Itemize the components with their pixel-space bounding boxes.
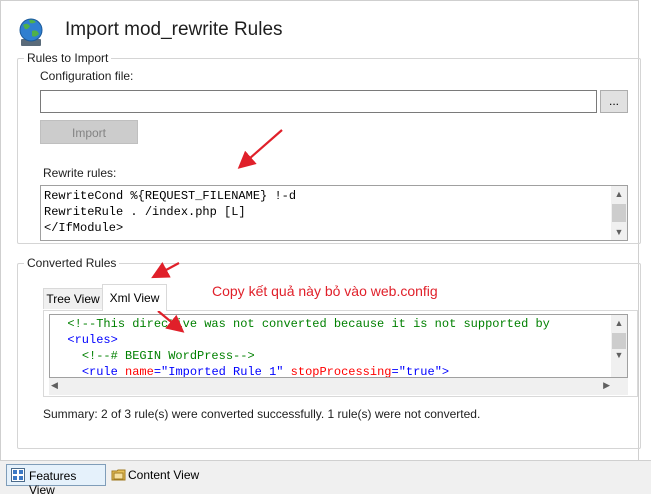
- converted-rules-legend: Converted Rules: [24, 256, 120, 270]
- rewrite-rules-label: Rewrite rules:: [43, 166, 117, 180]
- tab-xml-view[interactable]: Xml View: [102, 284, 167, 311]
- xml-token: [283, 365, 290, 377]
- content-view-icon: [111, 469, 126, 481]
- xml-token: "Imported Rule 1": [161, 365, 284, 378]
- xml-line: <rules>: [53, 333, 118, 347]
- browse-button[interactable]: ...: [600, 90, 628, 113]
- xml-token: name: [125, 365, 154, 378]
- scroll-up-icon[interactable]: ▲: [611, 186, 627, 202]
- view-switcher-bar: Features View Content View: [0, 460, 651, 497]
- scroll-left-icon[interactable]: ◀: [51, 380, 58, 391]
- config-file-input[interactable]: [40, 90, 597, 113]
- xml-token: <!--This directive was not converted bec…: [67, 317, 550, 331]
- rewrite-rules-scrollbar[interactable]: ▲ ▼: [611, 186, 627, 240]
- rewrite-line: RewriteCond %{REQUEST_FILENAME} !-d: [44, 189, 297, 203]
- rewrite-rules-textarea[interactable]: RewriteCond %{REQUEST_FILENAME} !-d Rewr…: [40, 185, 628, 241]
- conversion-summary: Summary: 2 of 3 rule(s) were converted s…: [43, 407, 481, 421]
- xml-token: stopProcessing: [290, 365, 392, 378]
- tab-tree-view-label: Tree View: [46, 292, 100, 306]
- xml-horizontal-scrollbar[interactable]: ◀ ▶: [49, 378, 628, 395]
- xml-token: >: [441, 365, 450, 378]
- features-view-icon: [11, 468, 25, 482]
- xml-line: <rule name="Imported Rule 1" stopProcess…: [53, 365, 450, 378]
- xml-token: <!--# BEGIN WordPress-->: [81, 349, 255, 363]
- xml-token: "true": [398, 365, 442, 378]
- annotation-note: Copy kết quả này bỏ vào web.config: [212, 283, 438, 299]
- xml-token: =: [153, 365, 162, 378]
- xml-line: <!--# BEGIN WordPress-->: [53, 349, 255, 363]
- xml-line: <!--This directive was not converted bec…: [53, 317, 550, 331]
- tab-tree-view[interactable]: Tree View: [43, 288, 103, 309]
- import-rules-panel: Import mod_rewrite Rules Rules to Import…: [0, 0, 641, 462]
- scroll-thumb[interactable]: [612, 204, 626, 222]
- rewrite-line: RewriteRule . /index.php [L]: [44, 205, 246, 219]
- rules-to-import-legend: Rules to Import: [24, 51, 112, 65]
- converted-xml-textarea[interactable]: <!--This directive was not converted bec…: [49, 314, 628, 378]
- browse-button-label: ...: [608, 94, 619, 108]
- import-button[interactable]: Import: [40, 120, 138, 144]
- scroll-right-icon[interactable]: ▶: [603, 380, 610, 391]
- config-file-label: Configuration file:: [40, 69, 134, 83]
- xml-token: =: [391, 365, 399, 378]
- import-button-label: Import: [71, 126, 106, 140]
- rewrite-line: </IfModule>: [44, 221, 124, 235]
- scroll-down-icon[interactable]: ▼: [611, 347, 627, 363]
- scroll-up-icon[interactable]: ▲: [611, 315, 627, 331]
- tab-xml-view-label: Xml View: [109, 291, 160, 305]
- xml-token: <rule: [81, 365, 126, 378]
- scroll-down-icon[interactable]: ▼: [611, 224, 627, 240]
- xml-scrollbar[interactable]: ▲ ▼: [611, 315, 627, 377]
- globe-icon: [19, 18, 43, 46]
- content-view-label: Content View: [128, 468, 200, 482]
- features-view-button[interactable]: Features View: [6, 464, 106, 497]
- content-view-button[interactable]: Content View: [108, 464, 204, 486]
- xml-token: <rules>: [67, 333, 118, 347]
- page-title: Import mod_rewrite Rules: [65, 19, 283, 40]
